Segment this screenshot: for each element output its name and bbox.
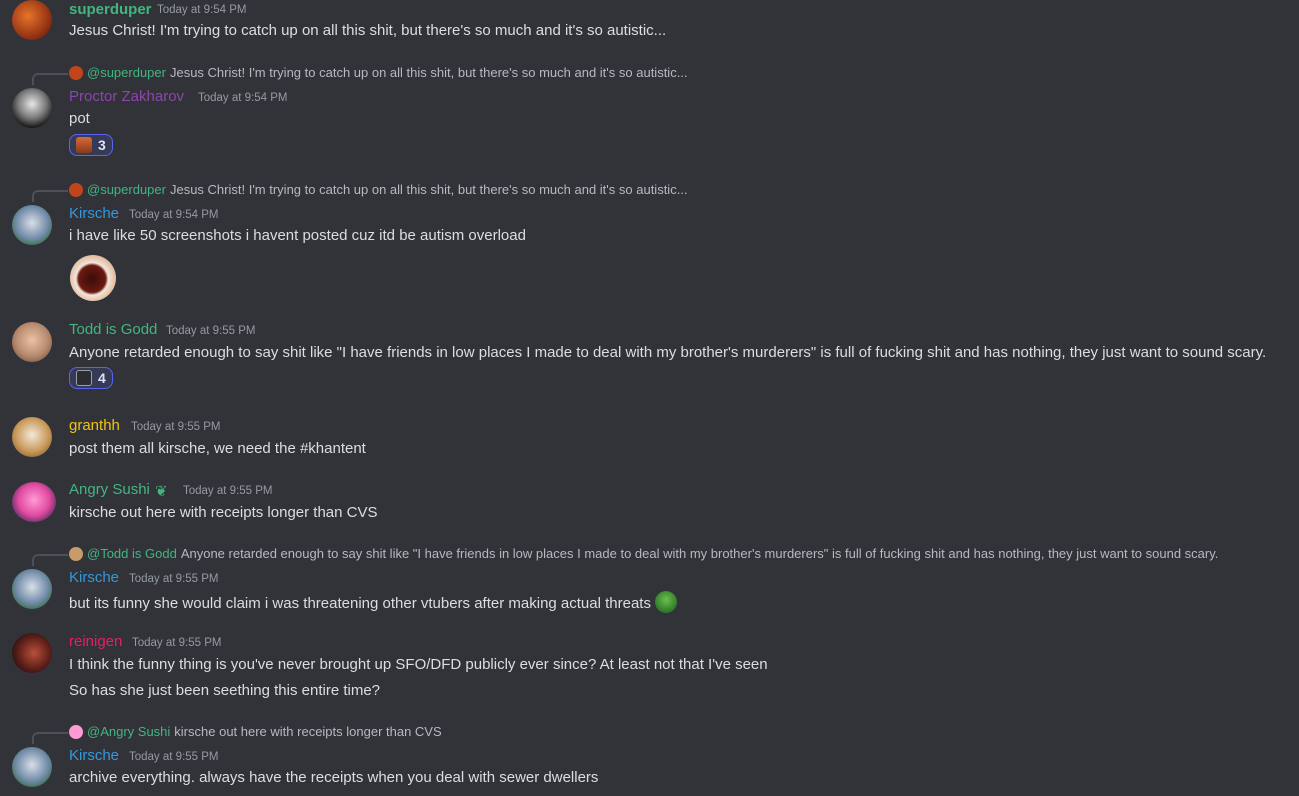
author-name[interactable]: Angry Sushi: [69, 481, 150, 498]
reply-preview[interactable]: @Angry Sushi kirsche out here with recei…: [69, 724, 442, 739]
author-name[interactable]: Kirsche: [69, 569, 119, 586]
reply-avatar: [69, 546, 83, 561]
message-text: So has she just been seething this entir…: [69, 682, 381, 699]
avatar[interactable]: [12, 633, 52, 673]
chat-message-list: superduper Today at 9:54 PM Jesus Christ…: [0, 0, 1299, 796]
message-text: kirsche out here with receipts longer th…: [69, 504, 378, 521]
reaction-count: 3: [98, 137, 106, 153]
reply-mention[interactable]: @Angry Sushi: [87, 724, 170, 739]
reply-mention[interactable]: @Todd is Godd: [87, 546, 177, 561]
avatar[interactable]: [12, 482, 56, 522]
reply-preview[interactable]: @Todd is Godd Anyone retarded enough to …: [69, 546, 1218, 561]
timestamp: Today at 9:55 PM: [129, 573, 219, 585]
reply-spine: [32, 190, 68, 202]
reply-avatar: [69, 65, 83, 80]
reply-spine: [32, 554, 68, 566]
timestamp: Today at 9:55 PM: [129, 751, 219, 763]
timestamp: Today at 9:55 PM: [131, 421, 221, 433]
timestamp: Today at 9:55 PM: [183, 485, 273, 497]
timestamp: Today at 9:55 PM: [132, 637, 222, 649]
reply-text: Jesus Christ! I'm trying to catch up on …: [169, 65, 688, 80]
avatar[interactable]: [12, 747, 52, 787]
avatar[interactable]: [12, 417, 52, 457]
reply-spine: [32, 732, 68, 744]
message-text: pot: [69, 110, 90, 127]
reply-text: Anyone retarded enough to say shit like …: [180, 546, 1219, 561]
message-text: but its funny she would claim i was thre…: [69, 591, 677, 613]
author-name[interactable]: granthh: [69, 417, 120, 434]
message-text: i have like 50 screenshots i havent post…: [69, 227, 526, 244]
reply-spine: [32, 73, 68, 85]
author-name[interactable]: Kirsche: [69, 747, 119, 764]
timestamp: Today at 9:54 PM: [198, 92, 288, 104]
pepe-emoji-icon: [654, 591, 677, 613]
avatar[interactable]: [12, 88, 52, 128]
message-text: I think the funny thing is you've never …: [69, 656, 768, 673]
timestamp: Today at 9:54 PM: [129, 209, 219, 221]
reaction-button[interactable]: 3: [69, 134, 113, 156]
face-emoji-icon: [76, 137, 92, 153]
reaction-button[interactable]: 4: [69, 367, 113, 389]
author-name[interactable]: Todd is Godd: [69, 321, 157, 338]
reaction-count: 4: [98, 370, 106, 386]
author-name[interactable]: reinigen: [69, 633, 122, 650]
reply-mention[interactable]: @superduper: [87, 182, 166, 197]
reply-text: Jesus Christ! I'm trying to catch up on …: [169, 182, 688, 197]
avatar[interactable]: [12, 322, 52, 362]
author-name[interactable]: Kirsche: [69, 205, 119, 222]
author-name[interactable]: superduper: [69, 1, 152, 18]
avatar[interactable]: [12, 205, 52, 245]
reply-preview[interactable]: @superduper Jesus Christ! I'm trying to …: [69, 182, 688, 197]
message-text: Jesus Christ! I'm trying to catch up on …: [69, 22, 667, 39]
timestamp: Today at 9:55 PM: [166, 325, 256, 337]
avatar[interactable]: [12, 0, 52, 40]
message-text: archive everything. always have the rece…: [69, 769, 599, 786]
message-text: post them all kirsche, we need the #khan…: [69, 440, 366, 457]
author-name[interactable]: Proctor Zakharov: [69, 88, 184, 105]
open-mouth-sticker-icon[interactable]: [70, 255, 116, 301]
plant-badge-icon: ❦: [155, 483, 168, 500]
avatar[interactable]: [12, 569, 52, 609]
gun-emoji-icon: [76, 370, 92, 386]
reply-text: kirsche out here with receipts longer th…: [174, 724, 442, 739]
message-text-content: but its funny she would claim i was thre…: [69, 595, 651, 612]
message-text: Anyone retarded enough to say shit like …: [69, 344, 1267, 361]
reply-preview[interactable]: @superduper Jesus Christ! I'm trying to …: [69, 65, 688, 80]
timestamp: Today at 9:54 PM: [157, 4, 247, 16]
reply-avatar: [69, 182, 83, 197]
reply-mention[interactable]: @superduper: [87, 65, 166, 80]
reply-avatar: [69, 724, 83, 739]
